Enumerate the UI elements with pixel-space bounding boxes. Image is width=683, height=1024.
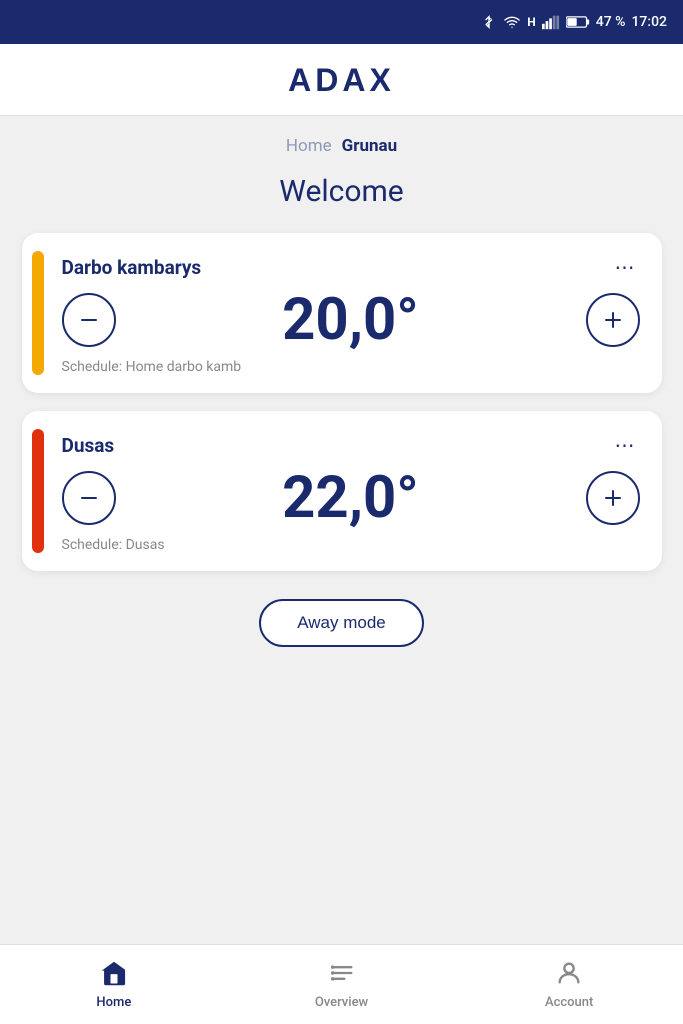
nav-label-overview: Overview <box>315 995 368 1010</box>
card-body-darbo: Darbo kambarys ⋯ 20,0° Schedule: Home <box>62 251 640 375</box>
welcome-title: Welcome <box>279 174 403 209</box>
nav-label-account: Account <box>545 995 593 1010</box>
room-name-dusas: Dusas <box>62 434 115 457</box>
battery-icon <box>566 15 590 29</box>
breadcrumb: Home Grunau <box>286 136 397 156</box>
temperature-dusas: 22,0° <box>116 469 586 527</box>
card-header-row-dusas: Dusas ⋯ <box>62 429 640 461</box>
nav-item-home[interactable]: Home <box>0 959 228 1010</box>
app-header: ADAX <box>0 44 683 116</box>
room-name-darbo: Darbo kambarys <box>62 256 202 279</box>
breadcrumb-home[interactable]: Home <box>286 136 332 156</box>
signal-bars-icon <box>542 14 560 30</box>
card-controls-darbo: 20,0° <box>62 291 640 349</box>
schedule-darbo: Schedule: Home darbo kamb <box>62 359 640 375</box>
temperature-darbo: 20,0° <box>116 291 586 349</box>
nav-label-home: Home <box>96 995 131 1010</box>
bluetooth-icon <box>481 14 497 30</box>
account-icon <box>555 959 583 991</box>
nav-item-account[interactable]: Account <box>455 959 683 1010</box>
nav-item-overview[interactable]: Overview <box>228 959 456 1010</box>
more-options-dusas[interactable]: ⋯ <box>611 429 640 461</box>
time-display: 17:02 <box>631 14 667 30</box>
bottom-nav: Home Overview Account <box>0 944 683 1024</box>
increase-temp-dusas[interactable] <box>586 471 640 525</box>
decrease-temp-dusas[interactable] <box>62 471 116 525</box>
card-stripe-orange <box>32 429 44 553</box>
schedule-dusas: Schedule: Dusas <box>62 537 640 553</box>
battery-percent: 47 % <box>596 14 626 30</box>
signal-h-icon: H <box>527 15 535 29</box>
wifi-icon <box>503 14 521 30</box>
away-mode-container: Away mode <box>259 599 424 647</box>
decrease-temp-darbo[interactable] <box>62 293 116 347</box>
more-options-darbo[interactable]: ⋯ <box>611 251 640 283</box>
room-card-darbo: Darbo kambarys ⋯ 20,0° Schedule: Home <box>22 233 662 393</box>
status-icons: H 47 % 17:02 <box>481 14 667 30</box>
room-card-dusas: Dusas ⋯ 22,0° Schedule: Dusas <box>22 411 662 571</box>
app-logo: ADAX <box>288 62 395 99</box>
card-body-dusas: Dusas ⋯ 22,0° Schedule: Dusas <box>62 429 640 553</box>
card-controls-dusas: 22,0° <box>62 469 640 527</box>
card-header-row-darbo: Darbo kambarys ⋯ <box>62 251 640 283</box>
away-mode-button[interactable]: Away mode <box>259 599 424 647</box>
home-icon <box>100 959 128 991</box>
main-content: Home Grunau Welcome Darbo kambarys ⋯ 20,… <box>0 116 683 944</box>
increase-temp-darbo[interactable] <box>586 293 640 347</box>
status-bar: H 47 % 17:02 <box>0 0 683 44</box>
overview-icon <box>328 959 356 991</box>
card-stripe-yellow <box>32 251 44 375</box>
breadcrumb-current[interactable]: Grunau <box>342 136 397 156</box>
